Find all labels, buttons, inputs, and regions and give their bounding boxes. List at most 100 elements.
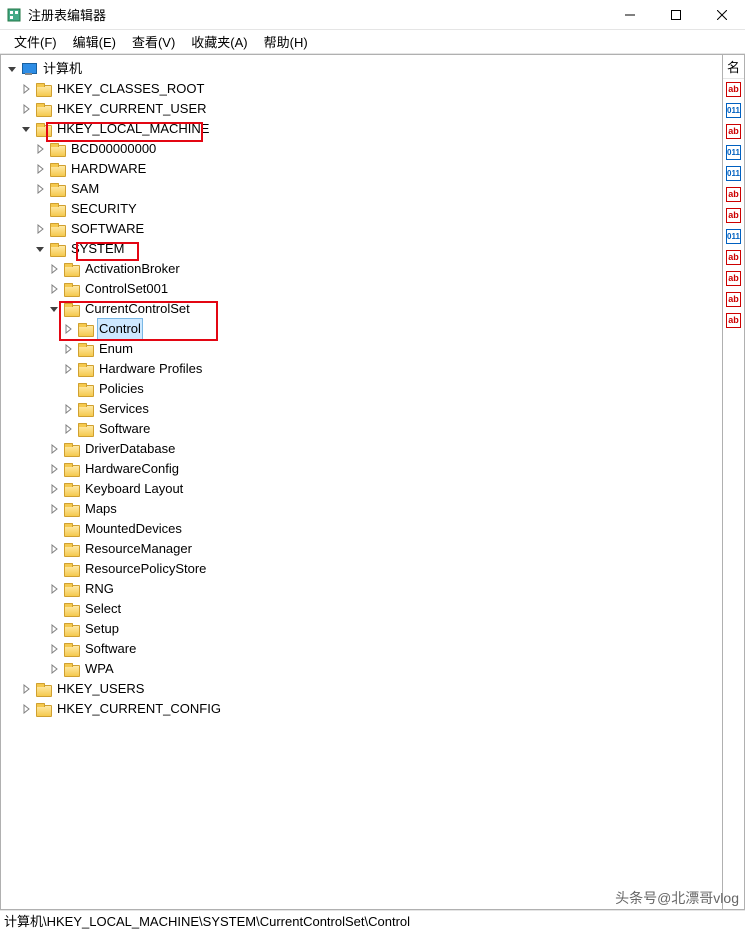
minimize-button[interactable] [607, 0, 653, 29]
expander-icon[interactable] [61, 382, 75, 396]
expander-icon[interactable] [33, 202, 47, 216]
tree-software-sys[interactable]: Software [5, 639, 722, 659]
expander-icon[interactable] [47, 462, 61, 476]
expander-icon[interactable] [47, 562, 61, 576]
value-row[interactable]: 011 [723, 142, 744, 163]
tree-hardwareconfig[interactable]: HardwareConfig [5, 459, 722, 479]
menu-favorites[interactable]: 收藏夹(A) [183, 32, 255, 51]
value-row[interactable]: ab [723, 268, 744, 289]
expander-icon[interactable] [47, 602, 61, 616]
expander-icon[interactable] [19, 702, 33, 716]
tree-sam[interactable]: SAM [5, 179, 722, 199]
value-row[interactable]: ab [723, 79, 744, 100]
value-row[interactable]: ab [723, 205, 744, 226]
expander-icon[interactable] [33, 162, 47, 176]
tree-rng[interactable]: RNG [5, 579, 722, 599]
value-row[interactable]: 011 [723, 100, 744, 121]
reg-binary-icon: 011 [726, 103, 741, 118]
close-button[interactable] [699, 0, 745, 29]
value-row[interactable]: ab [723, 247, 744, 268]
tree-hardware[interactable]: HARDWARE [5, 159, 722, 179]
tree-driverdatabase[interactable]: DriverDatabase [5, 439, 722, 459]
expander-icon[interactable] [47, 502, 61, 516]
value-row[interactable]: ab [723, 289, 744, 310]
tree-setup[interactable]: Setup [5, 619, 722, 639]
folder-icon [49, 162, 65, 176]
expander-icon[interactable] [47, 282, 61, 296]
tree-hklm[interactable]: HKEY_LOCAL_MACHINE [5, 119, 722, 139]
tree-security[interactable]: SECURITY [5, 199, 722, 219]
values-header-name[interactable]: 名 [723, 55, 744, 79]
expander-icon[interactable] [47, 302, 61, 316]
expander-icon[interactable] [19, 82, 33, 96]
tree-hkcr[interactable]: HKEY_CLASSES_ROOT [5, 79, 722, 99]
tree-activationbroker[interactable]: ActivationBroker [5, 259, 722, 279]
value-row[interactable]: 011 [723, 163, 744, 184]
folder-icon [49, 222, 65, 236]
tree-hku[interactable]: HKEY_USERS [5, 679, 722, 699]
tree-label: 计算机 [41, 59, 84, 79]
expander-icon[interactable] [47, 262, 61, 276]
expander-icon[interactable] [47, 622, 61, 636]
menu-view[interactable]: 查看(V) [124, 32, 183, 51]
expander-icon[interactable] [61, 402, 75, 416]
expander-icon[interactable] [33, 222, 47, 236]
expander-icon[interactable] [33, 242, 47, 256]
expander-icon[interactable] [47, 442, 61, 456]
tree-software-top[interactable]: SOFTWARE [5, 219, 722, 239]
tree-resourcepolicystore[interactable]: ResourcePolicyStore [5, 559, 722, 579]
tree-bcd[interactable]: BCD00000000 [5, 139, 722, 159]
folder-icon [63, 662, 79, 676]
expander-icon[interactable] [47, 522, 61, 536]
tree-software-ccs[interactable]: Software [5, 419, 722, 439]
value-row[interactable]: 011 [723, 226, 744, 247]
values-pane[interactable]: 名 ab011ab011011abab011abababab [723, 54, 745, 910]
tree-wpa[interactable]: WPA [5, 659, 722, 679]
tree-label: HKEY_LOCAL_MACHINE [55, 119, 211, 139]
tree-hkcc[interactable]: HKEY_CURRENT_CONFIG [5, 699, 722, 719]
value-row[interactable]: ab [723, 121, 744, 142]
expander-icon[interactable] [19, 102, 33, 116]
menu-file[interactable]: 文件(F) [6, 32, 65, 51]
expander-icon[interactable] [47, 662, 61, 676]
folder-icon [49, 142, 65, 156]
tree-system[interactable]: SYSTEM [5, 239, 722, 259]
tree-enum[interactable]: Enum [5, 339, 722, 359]
maximize-button[interactable] [653, 0, 699, 29]
expander-icon[interactable] [33, 182, 47, 196]
expander-icon[interactable] [61, 422, 75, 436]
value-row[interactable]: ab [723, 184, 744, 205]
expander-icon[interactable] [47, 482, 61, 496]
tree-mounteddevices[interactable]: MountedDevices [5, 519, 722, 539]
tree-resourcemanager[interactable]: ResourceManager [5, 539, 722, 559]
expander-icon[interactable] [47, 542, 61, 556]
tree-hkcu[interactable]: HKEY_CURRENT_USER [5, 99, 722, 119]
tree-maps[interactable]: Maps [5, 499, 722, 519]
expander-icon[interactable] [47, 582, 61, 596]
tree-pane[interactable]: 计算机HKEY_CLASSES_ROOTHKEY_CURRENT_USERHKE… [0, 54, 723, 910]
tree-keyboardlayout[interactable]: Keyboard Layout [5, 479, 722, 499]
tree-control[interactable]: Control [5, 319, 722, 339]
tree-services[interactable]: Services [5, 399, 722, 419]
expander-icon[interactable] [19, 682, 33, 696]
expander-icon[interactable] [61, 362, 75, 376]
folder-icon [49, 242, 65, 256]
menu-edit[interactable]: 编辑(E) [65, 32, 124, 51]
expander-icon[interactable] [19, 122, 33, 136]
tree-label: ResourceManager [83, 539, 194, 559]
tree-controlset001[interactable]: ControlSet001 [5, 279, 722, 299]
menu-help[interactable]: 帮助(H) [256, 32, 316, 51]
value-row[interactable]: ab [723, 310, 744, 331]
expander-icon[interactable] [61, 322, 75, 336]
folder-icon [63, 502, 79, 516]
tree-policies[interactable]: Policies [5, 379, 722, 399]
tree-currentcontrolset[interactable]: CurrentControlSet [5, 299, 722, 319]
expander-icon[interactable] [33, 142, 47, 156]
tree-select[interactable]: Select [5, 599, 722, 619]
expander-icon[interactable] [5, 62, 19, 76]
expander-icon[interactable] [61, 342, 75, 356]
tree-root[interactable]: 计算机 [5, 59, 722, 79]
tree-hwprofiles[interactable]: Hardware Profiles [5, 359, 722, 379]
tree-label: BCD00000000 [69, 139, 158, 159]
expander-icon[interactable] [47, 642, 61, 656]
